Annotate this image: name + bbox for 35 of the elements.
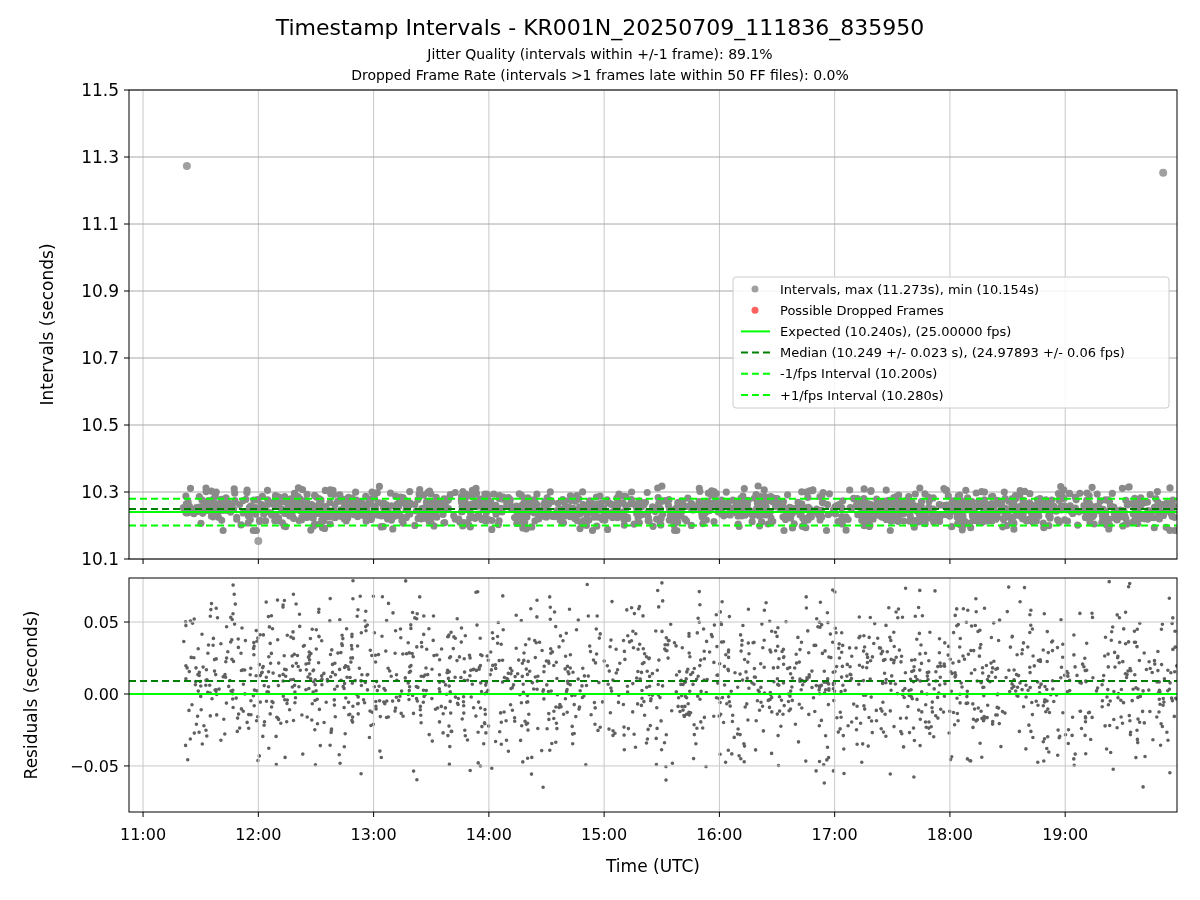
tick-label: 10.9 bbox=[81, 281, 119, 301]
legend-label: Possible Dropped Frames bbox=[780, 302, 944, 318]
tick-label: 12:00 bbox=[235, 825, 282, 844]
tick-label: 13:00 bbox=[350, 825, 397, 844]
tick-label: 11.1 bbox=[81, 214, 119, 234]
tick-label: 16:00 bbox=[696, 825, 743, 844]
tick-label: 11:00 bbox=[120, 825, 167, 844]
tick-label: 10.5 bbox=[81, 415, 119, 435]
tick-label: 18:00 bbox=[926, 825, 973, 844]
data-point bbox=[182, 162, 191, 171]
tick-label: −0.05 bbox=[69, 756, 119, 776]
tick-label: 10.1 bbox=[81, 549, 119, 569]
tick-label: 0.05 bbox=[83, 613, 119, 633]
tick-label: 10.3 bbox=[81, 482, 119, 502]
tick-label: 17:00 bbox=[811, 825, 858, 844]
legend-label: +1/fps Interval (10.280s) bbox=[780, 387, 944, 403]
chart-subtitle: Jitter Quality (intervals within +/-1 frame): 89.1% bbox=[427, 45, 773, 64]
tick-label: 0.00 bbox=[83, 685, 119, 704]
chart-title: Timestamp Intervals - KR001N_20250709_111836_835950 bbox=[275, 14, 925, 42]
axis-label: Intervals (seconds) bbox=[37, 243, 57, 406]
data-point bbox=[1159, 168, 1168, 177]
legend-label: Median (10.249 +/- 0.023 s), (24.97893 +/- 0.06 fps) bbox=[780, 345, 1125, 361]
tick-label: 10.7 bbox=[81, 348, 119, 368]
tick-label: 14:00 bbox=[465, 825, 512, 844]
tick-label: 15:00 bbox=[581, 825, 628, 844]
tick-label: 11.3 bbox=[81, 147, 119, 167]
axis-label: Time (UTC) bbox=[606, 856, 700, 876]
data-point bbox=[254, 536, 263, 545]
tick-label: 11.5 bbox=[81, 80, 119, 100]
tick-label: 19:00 bbox=[1042, 825, 1089, 844]
legend-label: -1/fps Interval (10.200s) bbox=[780, 366, 938, 382]
legend-label: Intervals, max (11.273s), min (10.154s) bbox=[780, 281, 1039, 297]
axis-label: Residuals (seconds) bbox=[21, 610, 41, 780]
chart-subtitle: Dropped Frame Rate (intervals >1 frames late within 50 FF files): 0.0% bbox=[351, 66, 849, 85]
legend-label: Expected (10.240s), (25.00000 fps) bbox=[780, 323, 1012, 339]
